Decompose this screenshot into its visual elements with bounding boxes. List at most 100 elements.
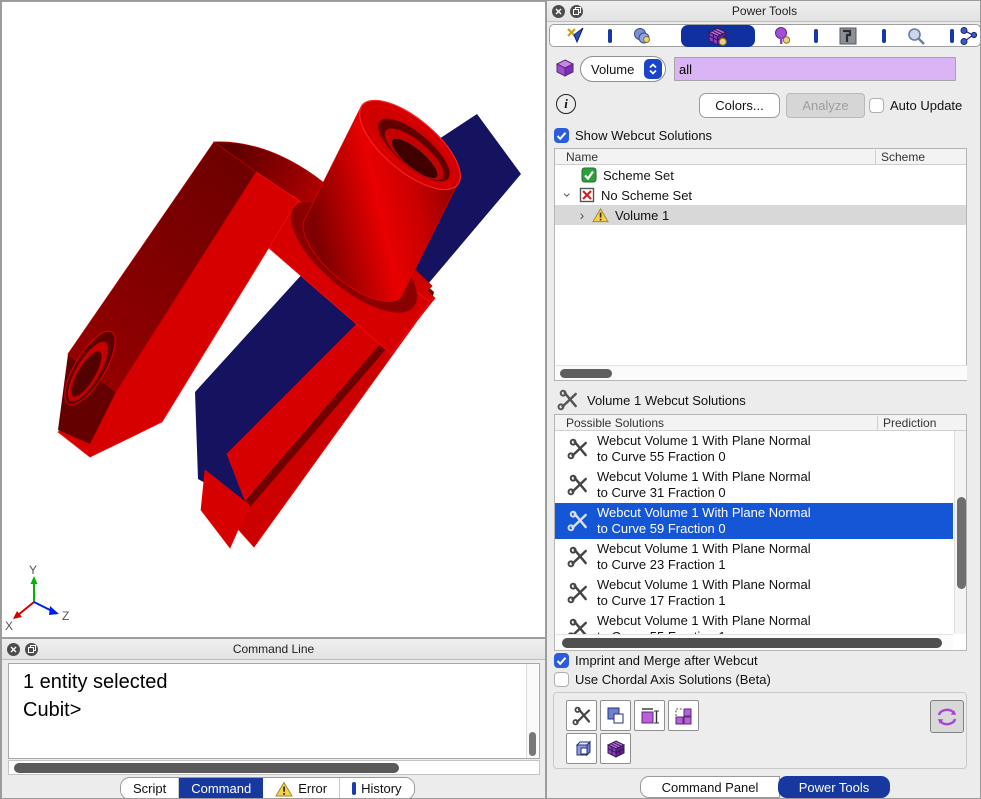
webcut-button[interactable] (566, 700, 597, 731)
tab-separator (950, 29, 954, 43)
axis-triad: Y Z X (5, 563, 69, 633)
disclosure-collapsed-icon[interactable]: › (577, 210, 587, 220)
tree-row-volume-1[interactable]: › Volume 1 (555, 205, 966, 225)
tab-webcut-tools[interactable] (695, 26, 739, 46)
chordal-axis-checkbox[interactable] (554, 672, 569, 687)
extend-surface-icon (640, 706, 660, 726)
solution-row[interactable]: Webcut Volume 1 With Plane Normalto Curv… (555, 539, 953, 575)
colors-button[interactable]: Colors... (699, 93, 780, 118)
tree-header: Name Scheme (555, 149, 966, 165)
scissors-icon (557, 389, 579, 411)
undock-icon[interactable] (570, 5, 583, 18)
tab-command[interactable]: Command (179, 778, 263, 799)
tab-geometry-tools[interactable] (553, 26, 597, 46)
tree-row-no-scheme-set[interactable]: › No Scheme Set (555, 185, 966, 205)
command-vertical-scrollbar[interactable] (526, 664, 538, 758)
tab-history-label: History (361, 781, 401, 796)
show-webcut-checkbox[interactable] (554, 128, 569, 143)
tab-command-panel[interactable]: Command Panel (640, 776, 780, 798)
refresh-icon (935, 706, 959, 728)
scissors-icon (567, 438, 589, 460)
graph-nodes-icon (959, 26, 979, 46)
solution-line2: to Curve 55 Fraction 0 (597, 449, 811, 465)
solution-row[interactable]: Webcut Volume 1 With Plane Normalto Curv… (555, 467, 953, 503)
tree-horizontal-scrollbar[interactable] (556, 365, 967, 380)
overlap-squares-button[interactable] (600, 700, 631, 731)
solution-line2: to Curve 31 Fraction 0 (597, 485, 811, 501)
tab-power-tools[interactable]: Power Tools (778, 776, 890, 798)
command-output-area[interactable]: 1 entity selected Cubit> (8, 663, 540, 759)
warning-icon (592, 207, 609, 223)
disclosure-expanded-icon[interactable]: › (563, 190, 573, 200)
tab-separator (608, 29, 612, 43)
undock-icon[interactable] (25, 643, 38, 656)
solution-row-selected[interactable]: Webcut Volume 1 With Plane Normalto Curv… (555, 503, 953, 539)
3d-viewport[interactable]: Y Z X (1, 1, 546, 638)
command-line-panel: Command Line 1 entity selected Cubit> Sc… (1, 638, 546, 799)
entity-type-label: Volume (591, 62, 634, 77)
tree-row-scheme-set[interactable]: Scheme Set (555, 165, 966, 185)
solutions-header: Possible Solutions Prediction (555, 415, 966, 431)
tab-error[interactable]: Error (263, 778, 340, 799)
magnifier-icon (906, 26, 926, 46)
command-horizontal-scrollbar[interactable] (8, 760, 540, 775)
tree-col-scheme: Scheme (881, 150, 925, 164)
webcut-solutions-list: Possible Solutions Prediction Webcut Vol… (554, 414, 967, 651)
cube-face-button[interactable] (566, 733, 597, 764)
voxel-cube-button[interactable] (600, 733, 631, 764)
history-bar-icon (352, 782, 356, 795)
solutions-vertical-scrollbar[interactable] (954, 431, 967, 634)
tab-script[interactable]: Script (121, 778, 179, 799)
chordal-axis-label: Use Chordal Axis Solutions (Beta) (575, 672, 771, 687)
solution-line2: to Curve 17 Fraction 1 (597, 593, 811, 609)
tree-row-label: Scheme Set (603, 168, 674, 183)
extend-surface-button[interactable] (634, 700, 665, 731)
tree-horizontal-scrollbar-thumb[interactable] (560, 369, 612, 378)
refresh-solutions-button[interactable] (930, 700, 964, 733)
tab-repair-tools[interactable] (826, 26, 870, 46)
entity-id-input[interactable] (674, 57, 956, 81)
tree-row-label: No Scheme Set (601, 188, 692, 203)
solution-line1: Webcut Volume 1 With Plane Normal (597, 577, 811, 593)
analyze-button[interactable]: Analyze (786, 93, 865, 118)
tab-search-tools[interactable] (894, 26, 938, 46)
entity-type-dropdown[interactable]: Volume (580, 56, 666, 82)
solutions-horizontal-scrollbar-thumb[interactable] (562, 638, 942, 648)
solutions-horizontal-scrollbar[interactable] (556, 634, 953, 650)
info-icon[interactable]: i (556, 94, 576, 114)
power-tools-title: Power Tools (547, 4, 981, 18)
power-tools-titlebar: Power Tools (547, 1, 981, 22)
tab-separator (814, 29, 818, 43)
green-check-icon (581, 167, 597, 183)
split-blocks-button[interactable] (668, 700, 699, 731)
command-horizontal-scrollbar-thumb[interactable] (14, 763, 399, 773)
power-tools-panel: Power Tools (546, 1, 981, 799)
solution-line2: to Curve 23 Fraction 1 (597, 557, 811, 573)
tab-assembly-tools[interactable] (955, 26, 981, 46)
tab-command-panel-label: Command Panel (662, 780, 759, 795)
command-line-titlebar: Command Line (2, 639, 545, 660)
balloon-key-icon (772, 26, 792, 46)
tab-history[interactable]: History (340, 778, 413, 799)
close-icon[interactable] (552, 5, 565, 18)
blob-icon (632, 26, 652, 46)
solution-line2: to Curve 59 Fraction 0 (597, 521, 811, 537)
tab-mesh-tools[interactable] (620, 26, 664, 46)
tab-probe-tools[interactable] (760, 26, 804, 46)
tab-error-label: Error (298, 781, 327, 796)
solution-row[interactable]: Webcut Volume 1 With Plane Normalto Curv… (555, 431, 953, 467)
warning-icon (275, 781, 293, 797)
imprint-merge-checkbox[interactable] (554, 653, 569, 668)
solutions-vertical-scrollbar-thumb[interactable] (957, 497, 966, 589)
axis-label-x: X (5, 619, 13, 633)
auto-update-checkbox[interactable] (869, 98, 884, 113)
close-icon[interactable] (7, 643, 20, 656)
solutions-col-prediction: Prediction (883, 416, 936, 430)
solution-row[interactable]: Webcut Volume 1 With Plane Normalto Curv… (555, 575, 953, 611)
model-scene: Y Z X (2, 2, 545, 637)
scissors-icon (567, 546, 589, 568)
solution-line1: Webcut Volume 1 With Plane Normal (597, 433, 811, 449)
solution-line1: Webcut Volume 1 With Plane Normal (597, 541, 811, 557)
command-vertical-scrollbar-thumb[interactable] (529, 732, 536, 756)
hammer-icon (838, 26, 858, 46)
